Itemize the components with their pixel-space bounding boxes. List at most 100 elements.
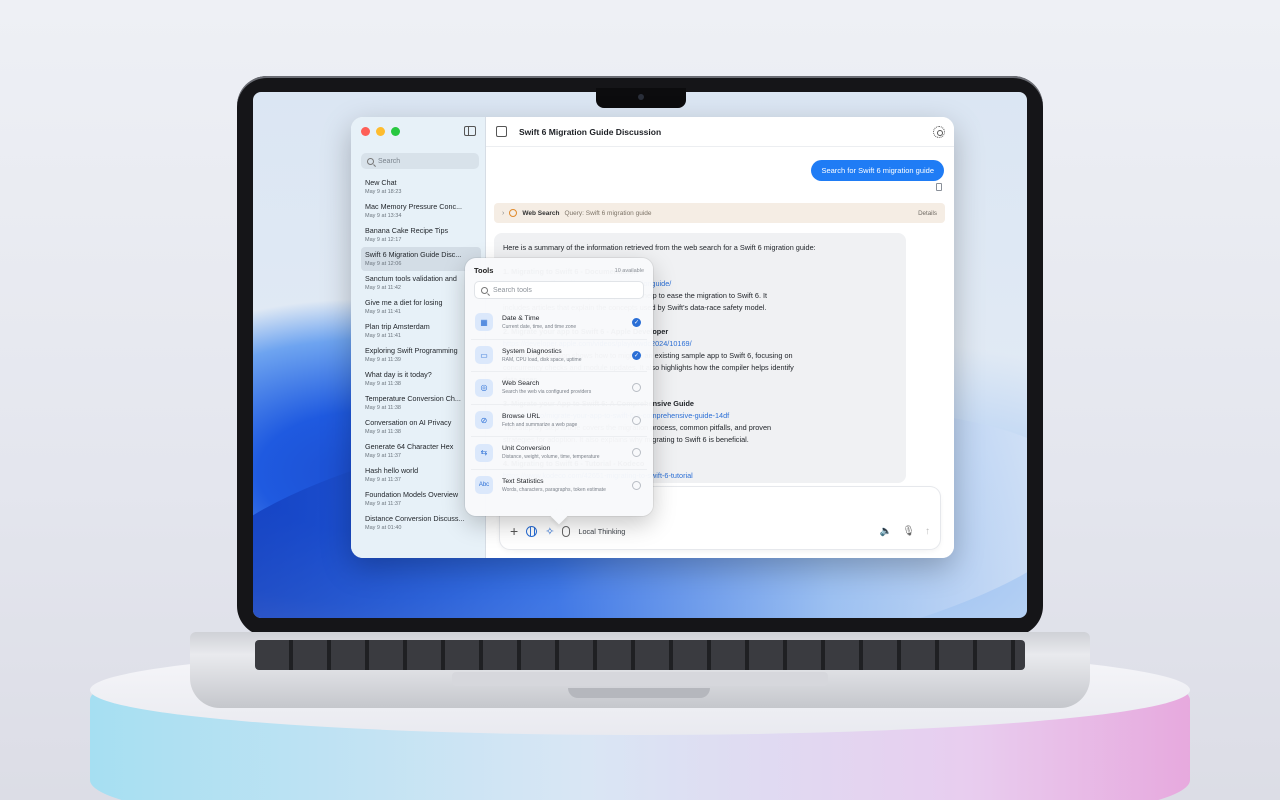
chat-title: Swift 6 Migration Guide Disc... (365, 250, 462, 259)
tool-call-label: Web Search (522, 209, 560, 217)
tool-item[interactable]: ▦ Date & Time Current date, time, and time… (471, 306, 647, 339)
chat-date: May 9 at 13:34 (365, 213, 402, 219)
tools-sparkle-icon[interactable]: ✧ (545, 525, 554, 538)
tool-call-row[interactable]: › Web Search Query: Swift 6 migration gu… (494, 203, 945, 223)
tool-name: Text Statistics (502, 477, 544, 485)
globe-icon[interactable] (526, 525, 538, 537)
sidebar-chat-item[interactable]: Conversation on AI Privacy May 9 at 11:38 (361, 415, 481, 439)
camera-icon (638, 94, 644, 100)
sidebar-search-placeholder: Search (378, 157, 401, 165)
chat-date: May 9 at 11:38 (365, 429, 401, 435)
sidebar-chat-item[interactable]: Swift 6 Migration Guide Disc... May 9 at … (361, 247, 481, 271)
tool-name: Web Search (502, 380, 540, 388)
checkmark-off-icon[interactable] (632, 448, 641, 458)
minimize-window-button[interactable] (376, 127, 385, 136)
close-window-button[interactable] (361, 127, 370, 136)
tools-available-count: 10 available (614, 267, 644, 274)
send-arrow-icon[interactable]: ↑ (925, 526, 930, 537)
tools-list: ▦ Date & Time Current date, time, and time… (471, 306, 647, 501)
tool-description: Distance, weight, volume, time, temperat… (502, 454, 600, 461)
sidebar-chat-item[interactable]: New Chat May 9 at 18:23 (361, 175, 481, 199)
chat-date: May 9 at 11:37 (365, 501, 401, 507)
chat-title: Distance Conversion Discuss... (365, 514, 465, 523)
tool-item[interactable]: ⊘ Browse URL Fetch and summarize a web pag… (471, 403, 647, 437)
sidebar-toggle-icon[interactable] (464, 126, 476, 136)
tool-item[interactable]: ▭ System Diagnostics RAM, CPU load, disk s… (471, 338, 647, 372)
keyboard (255, 640, 1025, 670)
composer-actions: 🔈 🎙 ↑ (880, 526, 930, 537)
compose-icon[interactable] (496, 126, 507, 137)
sidebar-chat-item[interactable]: Banana Cake Recipe Tips May 9 at 12:17 (361, 223, 481, 247)
sidebar-chat-item[interactable]: Hash hello world May 9 at 11:37 (361, 463, 481, 487)
chat-date: May 9 at 11:42 (365, 285, 401, 291)
chat-title: Plan trip Amsterdam (365, 322, 430, 331)
chat-date: May 9 at 11:39 (365, 357, 401, 363)
chat-title: Sanctum tools validation and (365, 274, 457, 283)
sidebar-chat-item[interactable]: Temperature Conversion Ch... May 9 at 11:… (361, 391, 481, 415)
sidebar-chat-item[interactable]: Plan trip Amsterdam May 9 at 11:41 (361, 319, 481, 343)
tools-popover-title: Tools (474, 266, 494, 275)
chevron-right-icon: › (502, 209, 505, 217)
sidebar-chat-item[interactable]: Give me a diet for losing May 9 at 11:41 (361, 295, 481, 319)
sidebar-chat-item[interactable]: Sanctum tools validation and May 9 at 11:… (361, 271, 481, 295)
chat-date: May 9 at 12:06 (365, 261, 402, 267)
copy-icon[interactable] (936, 183, 942, 191)
sidebar-chat-item[interactable]: Distance Conversion Discuss... May 9 at 0… (361, 511, 481, 535)
search-icon (481, 286, 488, 294)
chat-date: May 9 at 11:37 (365, 453, 401, 459)
tool-description: Search the web via configured providers (502, 389, 592, 396)
tools-search-input[interactable] (493, 286, 633, 294)
details-button[interactable]: Details (918, 210, 937, 217)
microphone-icon[interactable]: 🎙 (902, 526, 915, 537)
zoom-window-button[interactable] (391, 127, 400, 136)
text-icon: Abc (475, 476, 493, 495)
chat-date: May 9 at 11:37 (365, 477, 401, 483)
trackpad (452, 672, 828, 686)
topbar: Swift 6 Migration Guide Discussion (486, 117, 954, 147)
chat-title: Mac Memory Pressure Conc... (365, 202, 463, 211)
tool-item[interactable]: ⇆ Unit Conversion Distance, weight, volume… (471, 436, 647, 469)
speaker-icon[interactable]: 🔈 (880, 526, 892, 537)
tool-item[interactable]: ◎ Web Search Search the web via configured… (471, 371, 647, 404)
gear-icon[interactable] (933, 126, 945, 138)
chat-date: May 9 at 11:38 (365, 405, 401, 411)
page-title: Swift 6 Migration Guide Discussion (519, 126, 662, 137)
tool-call-query: Query: Swift 6 migration guide (564, 209, 652, 217)
checkmark-on-icon[interactable]: ✓ (632, 350, 641, 360)
chat-title: What day is it today? (365, 370, 432, 379)
tool-name: System Diagnostics (502, 347, 562, 355)
checkmark-off-icon[interactable] (632, 480, 641, 490)
monitor-icon: ▭ (475, 346, 493, 365)
base-notch (568, 688, 710, 698)
tool-description: Current date, time, and time zone (502, 323, 577, 330)
tool-text: Date & Time Current date, time, and time … (502, 315, 622, 330)
mode-label[interactable]: Local Thinking (578, 527, 625, 536)
sidebar-chat-item[interactable]: What day is it today? May 9 at 11:38 (361, 367, 481, 391)
sidebar-chat-item[interactable]: Exploring Swift Programming May 9 at 11:3… (361, 343, 481, 367)
chat-date: May 9 at 11:38 (365, 381, 401, 387)
calendar-icon: ▦ (475, 313, 493, 332)
chat-date: May 9 at 11:41 (365, 333, 401, 339)
tool-item[interactable]: Abc Text Statistics Words, characters, par… (471, 468, 647, 502)
tools-search-field[interactable] (474, 281, 644, 299)
sidebar-chat-item[interactable]: Mac Memory Pressure Conc... May 9 at 13:3… (361, 199, 481, 223)
checkmark-off-icon[interactable] (632, 415, 641, 425)
tool-description: Fetch and summarize a web page (502, 421, 578, 428)
tool-name: Unit Conversion (502, 445, 551, 453)
composer-toolbar: + ✧ Local Thinking 🔈 🎙 ↑ (510, 523, 930, 539)
add-icon[interactable]: + (510, 524, 518, 538)
tool-text: Web Search Search the web via configured … (502, 380, 622, 395)
chat-date: May 9 at 01:40 (365, 525, 402, 531)
answer-line: Here is a summary of the information ret… (503, 243, 816, 252)
chat-date: May 9 at 11:41 (365, 309, 401, 315)
chat-title: New Chat (365, 178, 397, 187)
user-message: Search for Swift 6 migration guide (811, 160, 944, 181)
sidebar-search-input[interactable]: Search (361, 153, 479, 169)
chat-list: New Chat May 9 at 18:23 Mac Memory Pressur… (361, 175, 481, 535)
sidebar-chat-item[interactable]: Generate 64 Character Hex May 9 at 11:37 (361, 439, 481, 463)
chat-title: Exploring Swift Programming (365, 346, 458, 355)
sidebar-chat-item[interactable]: Foundation Models Overview May 9 at 11:37 (361, 487, 481, 511)
tools-popover-header: Tools 10 available (474, 266, 644, 275)
checkmark-off-icon[interactable] (632, 383, 641, 393)
checkmark-on-icon[interactable]: ✓ (632, 317, 641, 327)
